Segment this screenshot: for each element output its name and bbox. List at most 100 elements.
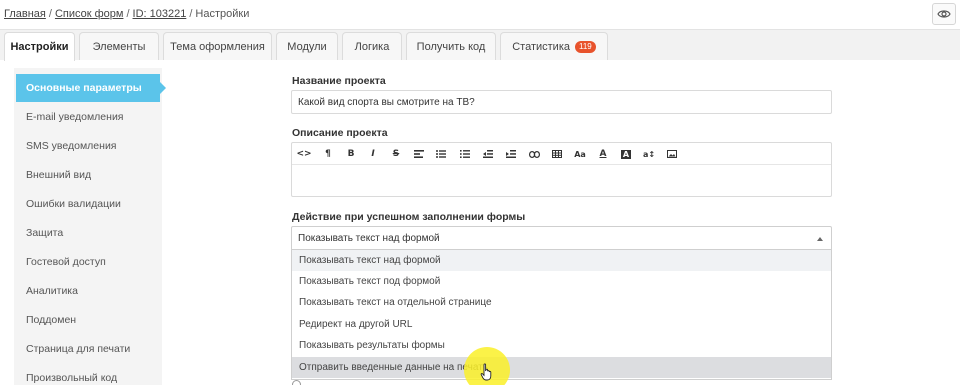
tab-label: Получить код [416,40,486,53]
radio-button[interactable] [292,380,301,385]
sidebar-item-label: Ошибки валидации [26,198,121,210]
dropdown-option-label: Показывать текст над формой [299,255,441,266]
success-action-select[interactable]: Показывать текст над формой [291,226,832,250]
text-color-button[interactable]: A [594,147,612,161]
sidebar-item-label: SMS уведомления [26,140,117,152]
image-button[interactable] [663,147,681,161]
dropdown-option-label: Показывать текст на отдельной странице [299,297,492,308]
breadcrumb-id-link[interactable]: ID: 103221 [133,8,187,20]
sidebar-item-label: Страница для печати [26,343,131,355]
link-button[interactable] [525,147,543,161]
align-left-button[interactable] [410,147,428,161]
dropdown-option-label: Редирект на другой URL [299,319,413,330]
breadcrumb-separator: / [48,8,52,20]
text-color-icon: A [599,149,607,159]
breadcrumb-separator: / [189,8,193,20]
statistics-count-badge: 119 [575,40,596,53]
text-case-button[interactable]: a↕ [640,147,658,161]
dropdown-option[interactable]: Показывать текст над формой [292,250,831,271]
sidebar-item-email[interactable]: E-mail уведомления [16,103,160,131]
ordered-list-icon [460,150,470,158]
tab-label: Статистика [512,40,570,53]
eye-icon [937,10,951,18]
sidebar-item-analytics[interactable]: Аналитика [16,277,160,305]
dropdown-option[interactable]: Показывать текст под формой [292,271,831,292]
ordered-list-button[interactable] [456,147,474,161]
outdent-icon [483,150,493,158]
success-action-label: Действие при успешном заполнении формы [292,211,526,223]
sidebar-item-print-page[interactable]: Страница для печати [16,335,160,363]
tab-label: Тема оформления [170,40,265,53]
unordered-list-button[interactable] [432,147,450,161]
preview-button[interactable] [932,3,956,25]
tab-logic[interactable]: Логика [342,32,402,60]
table-icon [552,150,562,158]
tab-elements[interactable]: Элементы [79,32,159,60]
outdent-button[interactable] [479,147,497,161]
breadcrumb-separator: / [126,8,130,20]
sidebar-item-guest-access[interactable]: Гостевой доступ [16,248,160,276]
top-bar: Главная / Список форм / ID: 103221/Настройки [0,0,960,30]
tab-modules[interactable]: Модули [276,32,338,60]
italic-button[interactable]: I [364,147,382,161]
paragraph-button[interactable]: ¶ [319,147,337,161]
sidebar-item-label: Поддомен [26,314,77,326]
text-case-icon: a↕ [642,149,656,159]
tab-get-code[interactable]: Получить код [406,32,496,60]
indent-icon [506,150,516,158]
align-left-icon [414,150,424,158]
breadcrumb-forms-link[interactable]: Список форм [55,8,124,20]
bold-icon: B [347,149,355,159]
sidebar-item-label: Произвольный код [26,372,118,384]
sidebar-item-validation-errors[interactable]: Ошибки валидации [16,190,160,218]
image-icon [667,150,677,158]
indent-button[interactable] [502,147,520,161]
success-action-selected-value: Показывать текст над формой [298,232,440,244]
font-size-button[interactable]: Aa [571,147,589,161]
code-view-button[interactable]: <> [295,147,313,161]
italic-icon: I [371,149,375,159]
settings-sidebar: Основные параметры E-mail уведомления SM… [14,68,166,385]
dropdown-option[interactable]: Показывать текст на отдельной странице [292,292,831,313]
dropdown-option[interactable]: Показывать результаты формы [292,335,831,356]
paragraph-icon: ¶ [325,149,331,159]
dropdown-option-label: Показывать текст под формой [299,276,441,287]
link-icon [528,150,540,158]
project-name-label: Название проекта [292,75,386,87]
caret-up-icon [817,237,823,241]
dropdown-option[interactable]: Отправить введенные данные на печать [292,357,831,378]
sidebar-item-subdomain[interactable]: Поддомен [16,306,160,334]
sidebar-item-label: Основные параметры [26,82,142,94]
project-name-value: Какой вид спорта вы смотрите на ТВ? [298,96,475,108]
tab-label: Настройки [10,41,69,53]
code-icon: <> [296,149,312,159]
tab-theme[interactable]: Тема оформления [163,32,272,60]
description-editor[interactable]: <> ¶ B I S Aa A A a↕ [291,142,832,197]
bold-button[interactable]: B [342,147,360,161]
sidebar-item-appearance[interactable]: Внешний вид [16,161,160,189]
background-color-button[interactable]: A [617,147,635,161]
sidebar-item-label: Защита [26,227,64,239]
table-button[interactable] [548,147,566,161]
project-name-input[interactable]: Какой вид спорта вы смотрите на ТВ? [291,90,832,114]
breadcrumb: Главная / Список форм / ID: 103221/Настройки [4,8,249,20]
dropdown-option[interactable]: Редирект на другой URL [292,314,831,335]
sidebar-item-label: Аналитика [26,285,78,297]
tab-statistics[interactable]: Статистика 119 [500,32,608,60]
font-size-icon: Aa [574,149,586,159]
sidebar-item-sms[interactable]: SMS уведомления [16,132,160,160]
tab-settings[interactable]: Настройки [4,32,75,61]
breadcrumb-current: Настройки [195,8,250,20]
sidebar-item-custom-code[interactable]: Произвольный код [16,364,160,385]
sidebar-item-label: Внешний вид [26,169,92,181]
tab-label: Логика [354,40,390,53]
sidebar-item-main-params[interactable]: Основные параметры [16,74,166,102]
strikethrough-button[interactable]: S [387,147,405,161]
breadcrumb-home-link[interactable]: Главная [4,8,46,20]
editor-toolbar: <> ¶ B I S Aa A A a↕ [292,143,831,165]
sidebar-item-label: Гостевой доступ [26,256,106,268]
background-color-icon: A [620,149,632,159]
sidebar-item-label: E-mail уведомления [26,111,124,123]
tab-label: Модули [287,40,327,53]
sidebar-item-protection[interactable]: Защита [16,219,160,247]
